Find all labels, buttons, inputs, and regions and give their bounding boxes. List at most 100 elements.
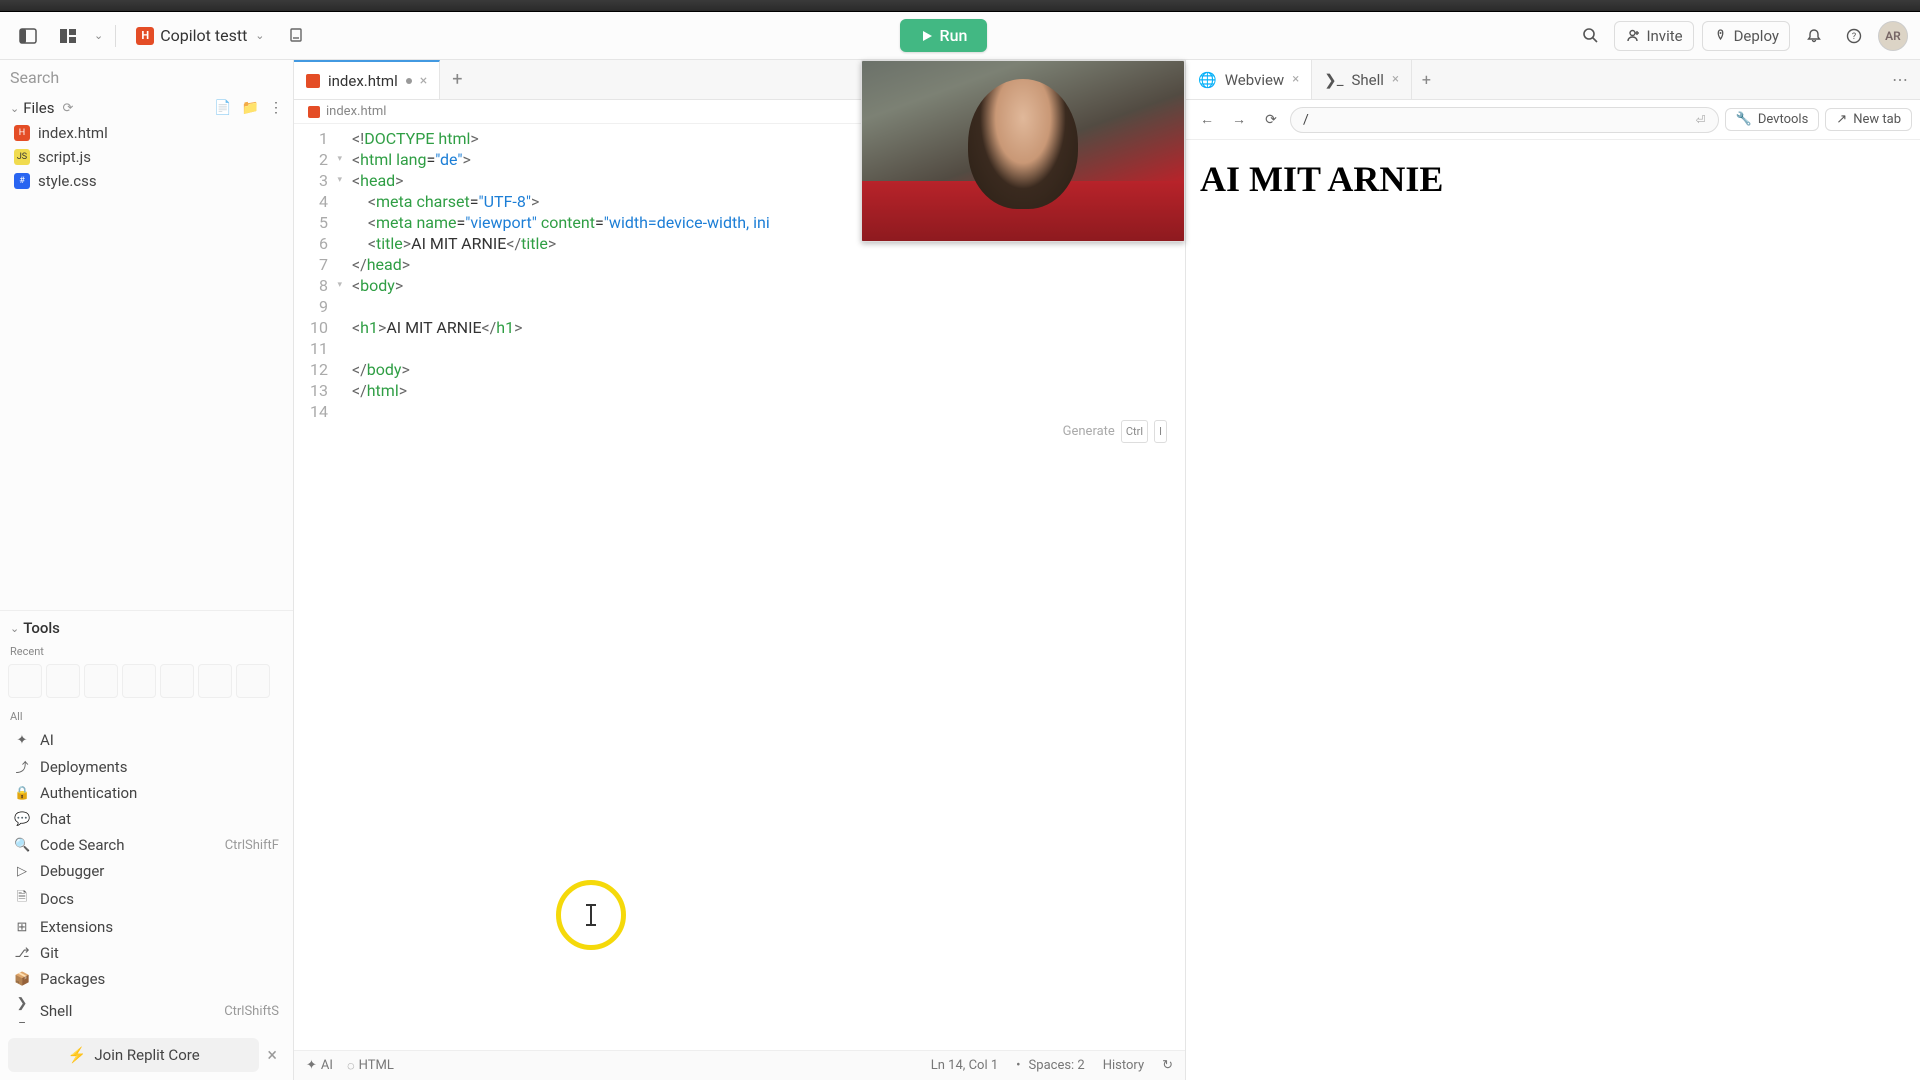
statusbar-ai[interactable]: ✦AI (306, 1058, 333, 1073)
code-content[interactable]: <!DOCTYPE html> <html lang="de"> <head> … (338, 124, 1185, 1050)
join-replit-core-button[interactable]: ⚡ Join Replit Core (8, 1038, 259, 1072)
file-item-style-css[interactable]: # style.css (0, 169, 293, 193)
close-icon[interactable]: × (420, 73, 427, 89)
tool-debugger[interactable]: ▷Debugger (0, 858, 293, 884)
devtools-button[interactable]: 🔧 Devtools (1725, 108, 1820, 131)
search-icon[interactable] (1574, 20, 1606, 52)
nav-forward-icon[interactable]: → (1226, 107, 1252, 133)
statusbar-history[interactable]: History (1103, 1058, 1144, 1073)
deploy-label: Deploy (1734, 27, 1779, 45)
app-header: ⌄ H Copilot testt ⌄ Run Invite (0, 12, 1920, 60)
file-name: script.js (38, 148, 91, 166)
breadcrumb-label: index.html (326, 104, 386, 119)
preview-tab-strip: 🌐 Webview × ❯_ Shell × + ⋯ (1186, 60, 1920, 100)
project-type-icon: H (136, 27, 154, 45)
notifications-icon[interactable] (1798, 20, 1830, 52)
statusbar-position[interactable]: Ln 14, Col 1 (931, 1058, 998, 1073)
run-button[interactable]: Run (900, 19, 988, 52)
tool-chat[interactable]: 💬Chat (0, 806, 293, 832)
close-icon[interactable]: × (259, 1041, 285, 1070)
tab-shell[interactable]: ❯_ Shell × (1312, 60, 1412, 99)
invite-button[interactable]: Invite (1614, 21, 1693, 51)
tool-authentication[interactable]: 🔒Authentication (0, 780, 293, 806)
file-item-index-html[interactable]: H index.html (0, 121, 293, 145)
add-tab-button[interactable]: + (440, 69, 474, 90)
project-selector[interactable]: H Copilot testt ⌄ (128, 22, 272, 49)
tab-label: index.html (328, 72, 398, 90)
recent-tool-tile[interactable] (198, 664, 232, 698)
user-avatar[interactable]: AR (1878, 21, 1908, 51)
avatar-initials: AR (1885, 29, 1901, 43)
preview-url-bar: ← → ⟳ / ⏎ 🔧 Devtools ↗ New tab (1186, 100, 1920, 140)
tool-code-search[interactable]: 🔍Code SearchCtrlShiftF (0, 832, 293, 858)
deploy-button[interactable]: Deploy (1702, 21, 1790, 51)
new-file-icon[interactable]: 📄 (214, 100, 231, 116)
layout-chevron-icon[interactable]: ⌄ (94, 29, 103, 42)
sync-icon[interactable]: ⟳ (63, 101, 74, 116)
more-icon[interactable]: ⋮ (269, 100, 283, 116)
project-name: Copilot testt (160, 26, 247, 45)
add-tab-button[interactable]: + (1412, 70, 1441, 89)
close-icon[interactable]: × (1292, 72, 1299, 87)
new-folder-icon[interactable]: 📁 (242, 100, 259, 116)
editor-tab-index-html[interactable]: index.html × (294, 60, 440, 99)
tool-label: Shell (40, 1002, 72, 1020)
devtools-label: Devtools (1758, 112, 1808, 127)
files-header[interactable]: ⌄ Files ⟳ 📄 📁 ⋮ (0, 95, 293, 121)
shortcut-key: I (1154, 420, 1167, 443)
nav-reload-icon[interactable]: ⟳ (1258, 107, 1284, 133)
recent-tool-tile[interactable] (236, 664, 270, 698)
recent-tool-tile[interactable] (84, 664, 118, 698)
search-input[interactable] (10, 68, 283, 87)
tool-deployments[interactable]: ⤴Deployments (0, 753, 293, 780)
tools-header[interactable]: ⌄ Tools (0, 615, 293, 641)
tool-extensions[interactable]: ⊞Extensions (0, 914, 293, 940)
recent-tool-tile[interactable] (160, 664, 194, 698)
url-input[interactable]: / ⏎ (1290, 107, 1719, 133)
webcam-overlay (861, 60, 1185, 242)
recent-tool-tile[interactable] (8, 664, 42, 698)
tool-docs[interactable]: 🗎Docs (0, 884, 293, 914)
sparkle-icon: ✦ (14, 733, 30, 748)
sparkle-icon: ✦ (306, 1058, 317, 1073)
tab-webview[interactable]: 🌐 Webview × (1186, 60, 1312, 99)
tool-label: AI (40, 731, 54, 749)
statusbar-spaces[interactable]: Spaces: 2 (1016, 1058, 1085, 1073)
newtab-label: New tab (1853, 112, 1901, 127)
tool-shortcut: CtrlShiftS (224, 1004, 279, 1019)
recent-tool-tile[interactable] (46, 664, 80, 698)
help-icon[interactable]: ? (1838, 20, 1870, 52)
recent-tool-tile[interactable] (122, 664, 156, 698)
wrench-icon: 🔧 (1736, 112, 1752, 127)
toggle-sidebar-icon[interactable] (12, 20, 44, 52)
css-icon: # (14, 173, 30, 189)
generate-hint[interactable]: Generate Ctrl I (1063, 420, 1167, 443)
tab-overflow-icon[interactable]: ⋯ (1882, 70, 1920, 89)
layout-icon[interactable] (52, 20, 84, 52)
statusbar-lang[interactable]: ◌HTML (347, 1058, 394, 1074)
history-icon[interactable]: ↻ (1162, 1058, 1173, 1073)
html-icon (308, 106, 320, 118)
close-icon[interactable]: × (1392, 72, 1399, 87)
url-value: / (1303, 112, 1309, 128)
tool-packages[interactable]: 📦Packages (0, 966, 293, 992)
app-body: ⌄ Files ⟳ 📄 📁 ⋮ H index.html JS script.j… (0, 60, 1920, 1080)
dirty-indicator-icon (406, 78, 412, 84)
new-file-icon[interactable] (281, 20, 313, 52)
tool-shell[interactable]: ❯_ShellCtrlShiftS (0, 992, 293, 1030)
editor-statusbar: ✦AI ◌HTML Ln 14, Col 1 Spaces: 2 History… (294, 1050, 1185, 1080)
code-editor[interactable]: 1234567891011121314 <!DOCTYPE html> <htm… (294, 124, 1185, 1050)
preview-pane: 🌐 Webview × ❯_ Shell × + ⋯ ← → ⟳ / ⏎ (1185, 60, 1920, 1080)
preview-content[interactable]: AI MIT ARNIE (1186, 140, 1920, 1080)
tool-git[interactable]: ⎇Git (0, 940, 293, 966)
invite-label: Invite (1646, 27, 1682, 45)
project-chevron-icon: ⌄ (255, 29, 264, 42)
play-icon: ▷ (14, 864, 30, 879)
file-item-script-js[interactable]: JS script.js (0, 145, 293, 169)
chat-icon: 💬 (14, 812, 30, 827)
enter-icon: ⏎ (1696, 113, 1706, 127)
tool-ai[interactable]: ✦ AI (0, 727, 293, 753)
new-tab-button[interactable]: ↗ New tab (1825, 108, 1912, 131)
nav-back-icon[interactable]: ← (1194, 107, 1220, 133)
tool-shortcut: CtrlShiftF (225, 838, 279, 853)
